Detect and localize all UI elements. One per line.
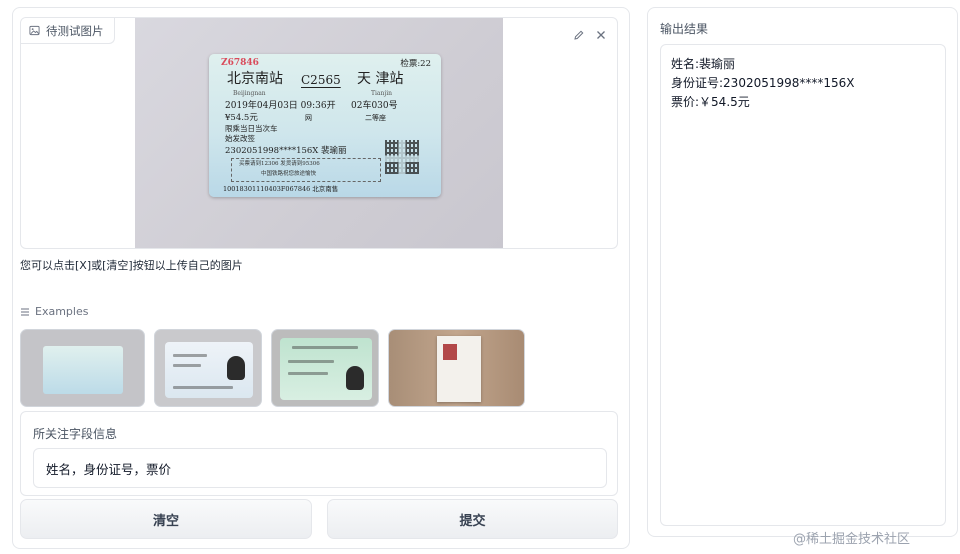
fields-card: 所关注字段信息 [20,411,618,496]
uploaded-photo: Z67846 检票:22 北京南站 C2565 天 津站 Beijingnan … [135,18,503,248]
ticket-serial: Z67846 [221,58,259,68]
example-ticket-image [43,346,123,394]
output-line: 票价:￥54.5元 [671,95,750,109]
submit-button[interactable]: 提交 [327,499,618,539]
example-license-image [280,338,372,400]
output-textbox[interactable]: 姓名:裴瑜丽 身份证号:2302051998****156X 票价:￥54.5元 [660,44,946,526]
card-line [292,346,358,349]
output-panel: 输出结果 姓名:裴瑜丽 身份证号:2302051998****156X 票价:￥… [647,7,958,537]
image-upload[interactable]: 待测试图片 Z67846 检票:22 北京南站 C2565 天 津站 Beiji… [20,17,618,249]
clear-button[interactable]: 清空 [20,499,312,539]
example-thumbnail[interactable] [154,329,262,407]
card-line [173,386,233,389]
example-id-card-image [165,342,253,398]
ticket-to-pinyin: Tianjin [371,90,393,97]
card-line [288,372,328,375]
train-ticket: Z67846 检票:22 北京南站 C2565 天 津站 Beijingnan … [209,54,441,197]
example-thumbnail[interactable] [20,329,145,407]
examples-label: Examples [35,305,89,318]
portrait [443,344,457,360]
close-icon[interactable] [593,27,609,43]
example-thumbnail[interactable] [271,329,379,407]
ticket-id-name: 2302051998****156X 裴瑜丽 [225,146,347,156]
fields-input[interactable] [33,448,607,488]
fields-label: 所关注字段信息 [33,427,118,441]
ticket-note: 限乘当日当次车 [225,124,278,133]
image-label-text: 待测试图片 [46,23,104,38]
ticket-to: 天 津站 [357,71,404,87]
edit-icon[interactable] [571,27,587,43]
ticket-box-text: 买票请到12306 发货请到95306 [239,161,320,167]
example-thumbnail[interactable] [388,329,525,407]
ticket-from: 北京南站 [227,71,283,87]
image-label: 待测试图片 [21,18,115,44]
image-icon [29,25,40,36]
card-line [288,360,334,363]
card-line [173,364,201,367]
examples-gallery [20,329,525,407]
example-passport-image [437,336,481,402]
ticket-code: 10018301110403F067846 北京南售 [223,185,339,193]
ticket-net: 网 [305,114,312,122]
upload-hint: 您可以点击[X]或[清空]按钮以上传自己的图片 [20,259,243,272]
examples-header: Examples [20,305,88,318]
qr-code [385,140,419,174]
ticket-note: 始发改签 [225,134,255,143]
portrait [227,356,245,380]
ticket-class: 二等座 [365,114,386,122]
output-line: 身份证号:2302051998****156X [671,76,855,90]
ticket-date: 2019年04月03日 09:36开 [225,101,336,111]
ticket-check: 检票:22 [400,59,431,69]
card-line [173,354,207,357]
output-label: 输出结果 [660,22,709,36]
ticket-train: C2565 [301,73,341,87]
ticket-seat: 02车030号 [351,101,398,111]
output-line: 姓名:裴瑜丽 [671,57,736,71]
list-icon [21,308,29,315]
ticket-price: ¥54.5元 [225,113,258,123]
ticket-box-text: 中国铁路祝您旅途愉快 [261,171,317,177]
ticket-from-pinyin: Beijingnan [233,90,266,97]
watermark: @稀土掘金技术社区 [793,532,911,547]
portrait [346,366,364,390]
